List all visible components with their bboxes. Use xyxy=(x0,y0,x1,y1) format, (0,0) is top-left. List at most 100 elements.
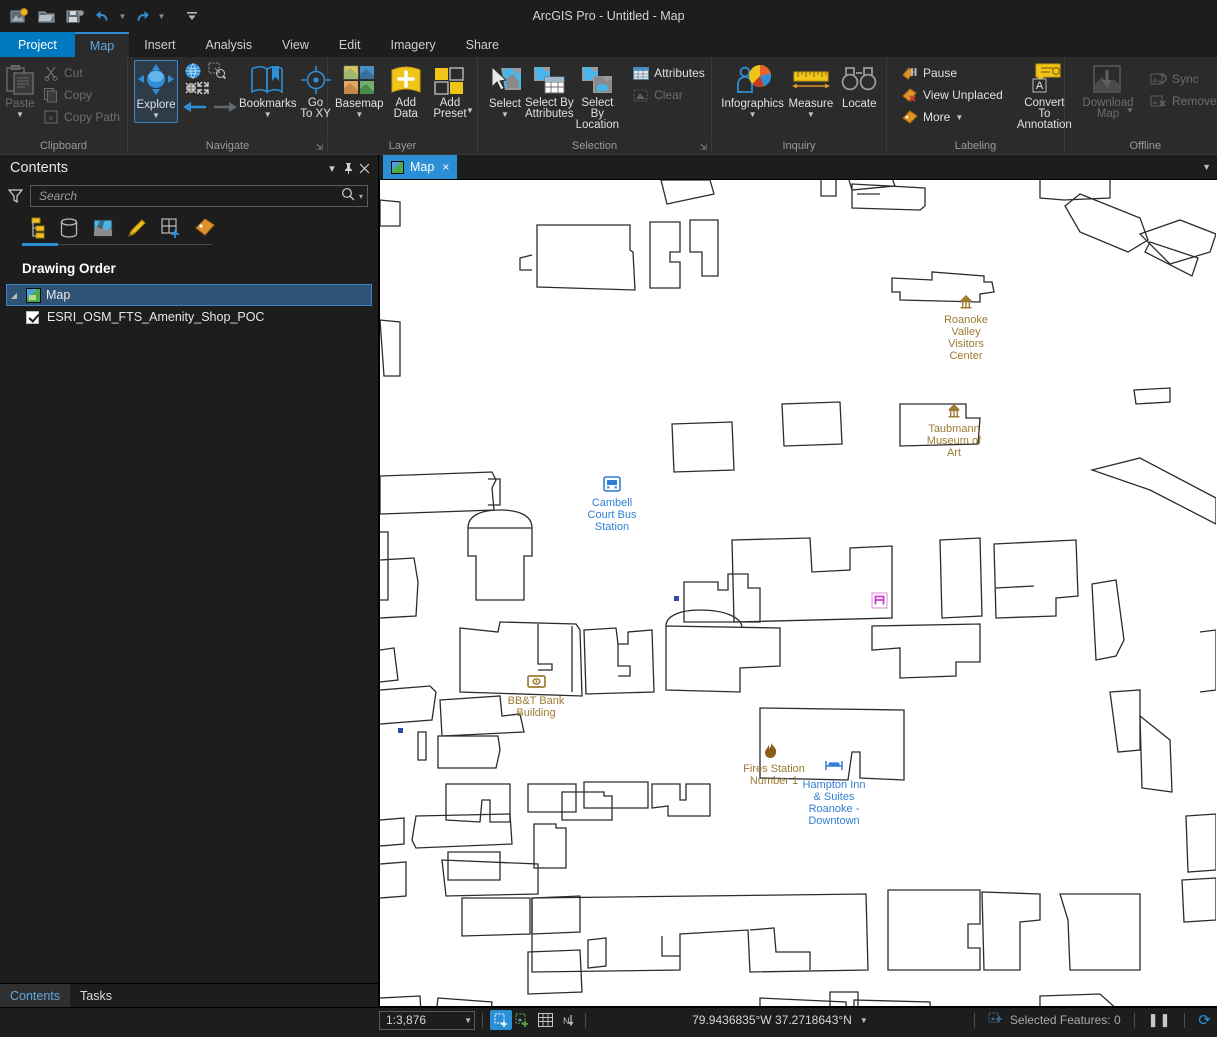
ribbon-tab-imagery[interactable]: Imagery xyxy=(375,32,450,57)
list-by-selection-icon[interactable] xyxy=(90,215,116,241)
undo-dropdown-caret[interactable]: ▼ xyxy=(118,4,127,28)
refresh-icon[interactable]: ⟳ xyxy=(1198,1011,1211,1029)
add-preset-icon xyxy=(433,62,467,96)
sync-button[interactable]: Sync xyxy=(1145,68,1217,90)
new-project-icon[interactable] xyxy=(6,4,32,28)
ribbon-tab-edit[interactable]: Edit xyxy=(324,32,376,57)
map-tab-close-icon[interactable]: × xyxy=(442,160,449,174)
select-button[interactable]: Select ▼ xyxy=(486,60,524,121)
explore-icon xyxy=(136,63,176,97)
select-by-attributes-button[interactable]: Select By Attributes xyxy=(524,60,575,122)
toc-item-esri-osm-fts-amenity-shop-poc[interactable]: ESRI_OSM_FTS_Amenity_Shop_POC xyxy=(0,306,378,328)
coordinates-caret-icon[interactable]: ▼ xyxy=(860,1016,868,1025)
search-icon[interactable] xyxy=(341,187,355,206)
basemap-button[interactable]: Basemap ▼ xyxy=(334,60,385,121)
map-view-tabbar[interactable]: Map × ▼ xyxy=(379,155,1217,179)
save-project-icon[interactable] xyxy=(62,4,88,28)
redo-icon[interactable] xyxy=(129,4,155,28)
quick-access-toolbar[interactable]: ▼ ▼ xyxy=(0,4,205,28)
locate-button[interactable]: Locate xyxy=(837,60,882,112)
search-box[interactable]: ▾ xyxy=(30,185,368,207)
map-view-tab[interactable]: Map × xyxy=(383,155,458,179)
explore-dropdown-caret[interactable]: ▼ xyxy=(152,112,160,120)
measure-dropdown-caret[interactable]: ▼ xyxy=(807,111,815,119)
ribbon-tab-bar[interactable]: Project Map Insert Analysis View Edit Im… xyxy=(0,32,1217,57)
redo-dropdown-caret[interactable]: ▼ xyxy=(157,4,166,28)
remove-button[interactable]: Remove xyxy=(1145,90,1217,112)
list-by-drawing-order-icon[interactable] xyxy=(22,215,48,241)
list-by-snapping-icon[interactable] xyxy=(158,215,184,241)
pause-labeling-button[interactable]: Pause xyxy=(897,62,1008,84)
toc-item-map[interactable]: ◢ Map xyxy=(6,284,372,306)
add-data-button[interactable]: Add Data xyxy=(385,60,427,122)
north-arrow-icon[interactable]: N xyxy=(556,1010,578,1030)
open-project-icon[interactable] xyxy=(34,4,60,28)
bookmarks-button[interactable]: Bookmarks ▼ xyxy=(238,60,298,121)
select-dropdown-caret[interactable]: ▼ xyxy=(501,111,509,119)
map-scale-caret-icon[interactable]: ▼ xyxy=(464,1016,472,1025)
pane-bottom-tabs[interactable]: Contents Tasks xyxy=(0,983,378,1007)
fixed-zoom-in-icon[interactable] xyxy=(184,81,210,95)
view-overflow-caret-icon[interactable]: ▼ xyxy=(1202,155,1211,179)
selection-mode-icon[interactable] xyxy=(490,1010,512,1030)
bookmarks-dropdown-caret[interactable]: ▼ xyxy=(264,111,272,119)
view-unplaced-button[interactable]: View Unplaced xyxy=(897,84,1008,106)
ribbon-tab-map[interactable]: Map xyxy=(74,32,130,57)
copy-path-button[interactable]: w Copy Path xyxy=(38,106,125,128)
clear-selection-icon[interactable] xyxy=(512,1010,534,1030)
map-canvas[interactable]: Roanoke Valley Visitors Center Taubmann … xyxy=(379,179,1217,1007)
list-by-labeling-icon[interactable] xyxy=(192,215,218,241)
search-options-caret-icon[interactable]: ▾ xyxy=(355,192,363,201)
labeling-more-button[interactable]: More ▼ xyxy=(897,106,1008,128)
map-tab-icon xyxy=(391,160,404,174)
undo-icon[interactable] xyxy=(90,4,116,28)
previous-extent-icon[interactable] xyxy=(182,98,208,116)
toc-expander-icon[interactable]: ◢ xyxy=(7,291,21,300)
pause-drawing-icon[interactable]: ❚❚ xyxy=(1148,1012,1172,1028)
attributes-button[interactable]: Attributes xyxy=(628,62,710,84)
grid-icon[interactable] xyxy=(534,1010,556,1030)
add-preset-button[interactable]: Add Preset ▼ xyxy=(427,60,474,131)
measure-button[interactable]: Measure ▼ xyxy=(785,60,836,121)
download-map-button[interactable]: Download Map ▼ xyxy=(1077,60,1139,131)
download-map-caret[interactable]: ▼ xyxy=(1126,107,1134,115)
pane-tab-contents[interactable]: Contents xyxy=(0,984,71,1007)
navigate-dialog-launcher[interactable]: ⇲ xyxy=(315,139,323,155)
search-input[interactable] xyxy=(39,189,341,203)
ribbon-tab-project[interactable]: Project xyxy=(0,32,75,57)
svg-text:Hampton Inn: Hampton Inn xyxy=(803,779,866,791)
cut-button[interactable]: Cut xyxy=(38,62,125,84)
select-by-location-button[interactable]: Select By Location xyxy=(575,60,620,133)
paste-button[interactable]: Paste ▼ xyxy=(4,60,36,121)
layer-visibility-checkbox[interactable] xyxy=(26,310,39,324)
infographics-button[interactable]: Infographics ▼ xyxy=(720,60,785,121)
infographics-dropdown-caret[interactable]: ▼ xyxy=(749,111,757,119)
labeling-more-caret[interactable]: ▼ xyxy=(955,113,963,122)
basemap-dropdown-caret[interactable]: ▼ xyxy=(355,111,363,119)
ribbon-tab-analysis[interactable]: Analysis xyxy=(191,32,268,57)
pane-tab-tasks[interactable]: Tasks xyxy=(70,984,122,1007)
copy-button[interactable]: Copy xyxy=(38,84,125,106)
next-extent-icon[interactable] xyxy=(212,98,238,116)
map-coordinates[interactable]: 79.9436835°W 37.2718643°N ▼ xyxy=(593,1013,967,1027)
pane-pin-icon[interactable] xyxy=(340,159,356,177)
ribbon-tab-insert[interactable]: Insert xyxy=(129,32,190,57)
ribbon-tab-view[interactable]: View xyxy=(267,32,324,57)
add-data-icon xyxy=(389,62,423,96)
list-by-data-source-icon[interactable] xyxy=(56,215,82,241)
clear-selection-button[interactable]: Clear xyxy=(628,84,710,106)
map-scale-combo[interactable]: 1:3,876 ▼ xyxy=(379,1010,475,1030)
ribbon-tab-share[interactable]: Share xyxy=(451,32,514,57)
contents-tabstrip[interactable] xyxy=(0,211,378,241)
selection-dialog-launcher[interactable]: ⇲ xyxy=(699,139,707,155)
customize-quick-access-toolbar-icon[interactable] xyxy=(179,4,205,28)
zoom-to-selection-icon[interactable] xyxy=(208,62,226,80)
filter-icon[interactable] xyxy=(6,188,24,204)
pane-menu-caret-icon[interactable]: ▾ xyxy=(324,159,340,177)
add-preset-dropdown-caret[interactable]: ▼ xyxy=(466,107,474,115)
list-by-editing-icon[interactable] xyxy=(124,215,150,241)
full-extent-icon[interactable] xyxy=(184,62,202,80)
paste-dropdown-caret[interactable]: ▼ xyxy=(16,111,24,119)
pane-close-icon[interactable] xyxy=(356,159,372,177)
explore-button[interactable]: Explore ▼ xyxy=(134,60,178,123)
